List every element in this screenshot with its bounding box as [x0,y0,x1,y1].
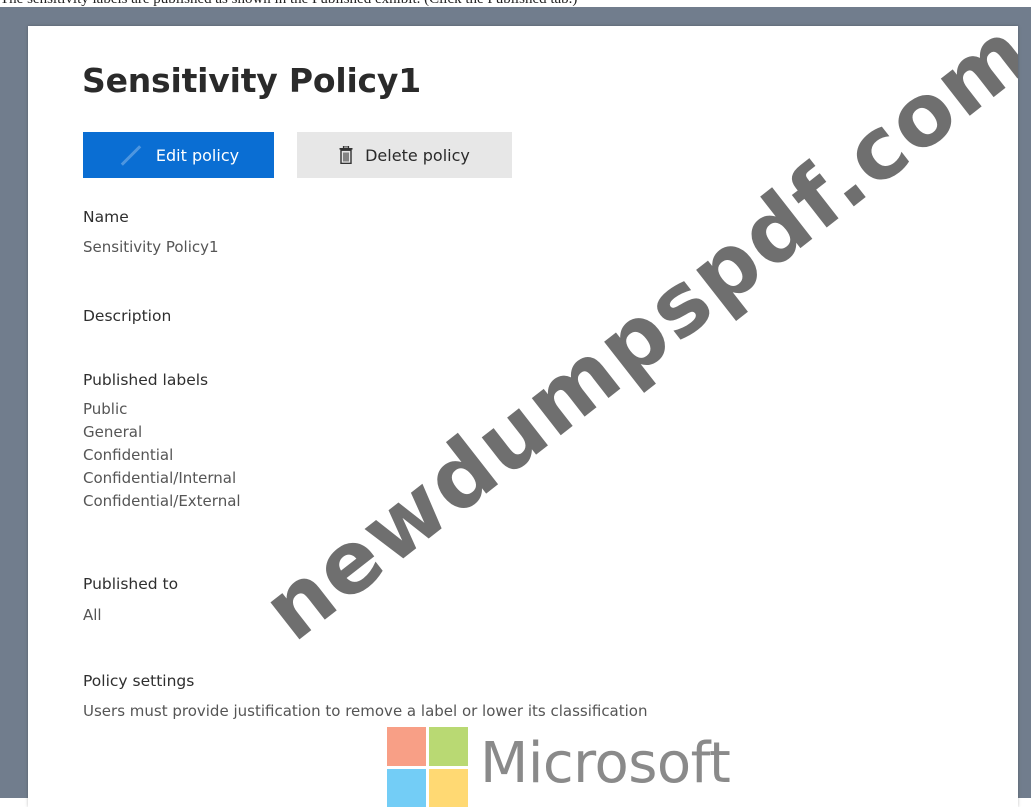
policy-settings-value: Users must provide justification to remo… [83,702,648,720]
logo-square [387,769,426,807]
edit-policy-button[interactable]: Edit policy [83,132,274,178]
watermark-text: newdumpspdf.com [245,26,1018,661]
logo-square [429,727,468,766]
published-to-label: Published to [83,575,179,593]
name-label: Name [83,208,129,226]
policy-settings-label: Policy settings [83,672,195,690]
name-value: Sensitivity Policy1 [83,238,219,256]
published-labels-list: Public General Confidential Confidential… [83,398,241,513]
delete-policy-label: Delete policy [365,145,470,165]
microsoft-logo-text: Microsoft [480,731,731,796]
description-label: Description [83,307,172,325]
published-label-item: General [83,423,143,441]
microsoft-logo-icon [387,727,469,807]
published-to-value: All [83,606,102,624]
delete-policy-button[interactable]: Delete policy [297,132,512,178]
edit-policy-label: Edit policy [155,145,240,165]
logo-square [387,727,426,766]
trash-icon [339,146,353,164]
published-label-item: Public [83,400,128,418]
policy-details-panel: Sensitivity Policy1 Edit policy Delete p… [28,26,1018,807]
published-label-item: Confidential/External [83,492,241,510]
pencil-icon [120,144,142,166]
logo-square [429,769,468,807]
published-label-item: Confidential/Internal [83,469,237,487]
published-label-item: Confidential [83,446,174,464]
page-title: Sensitivity Policy1 [82,61,421,100]
exhibit-frame: Sensitivity Policy1 Edit policy Delete p… [0,7,1031,807]
published-labels-label: Published labels [83,371,209,389]
